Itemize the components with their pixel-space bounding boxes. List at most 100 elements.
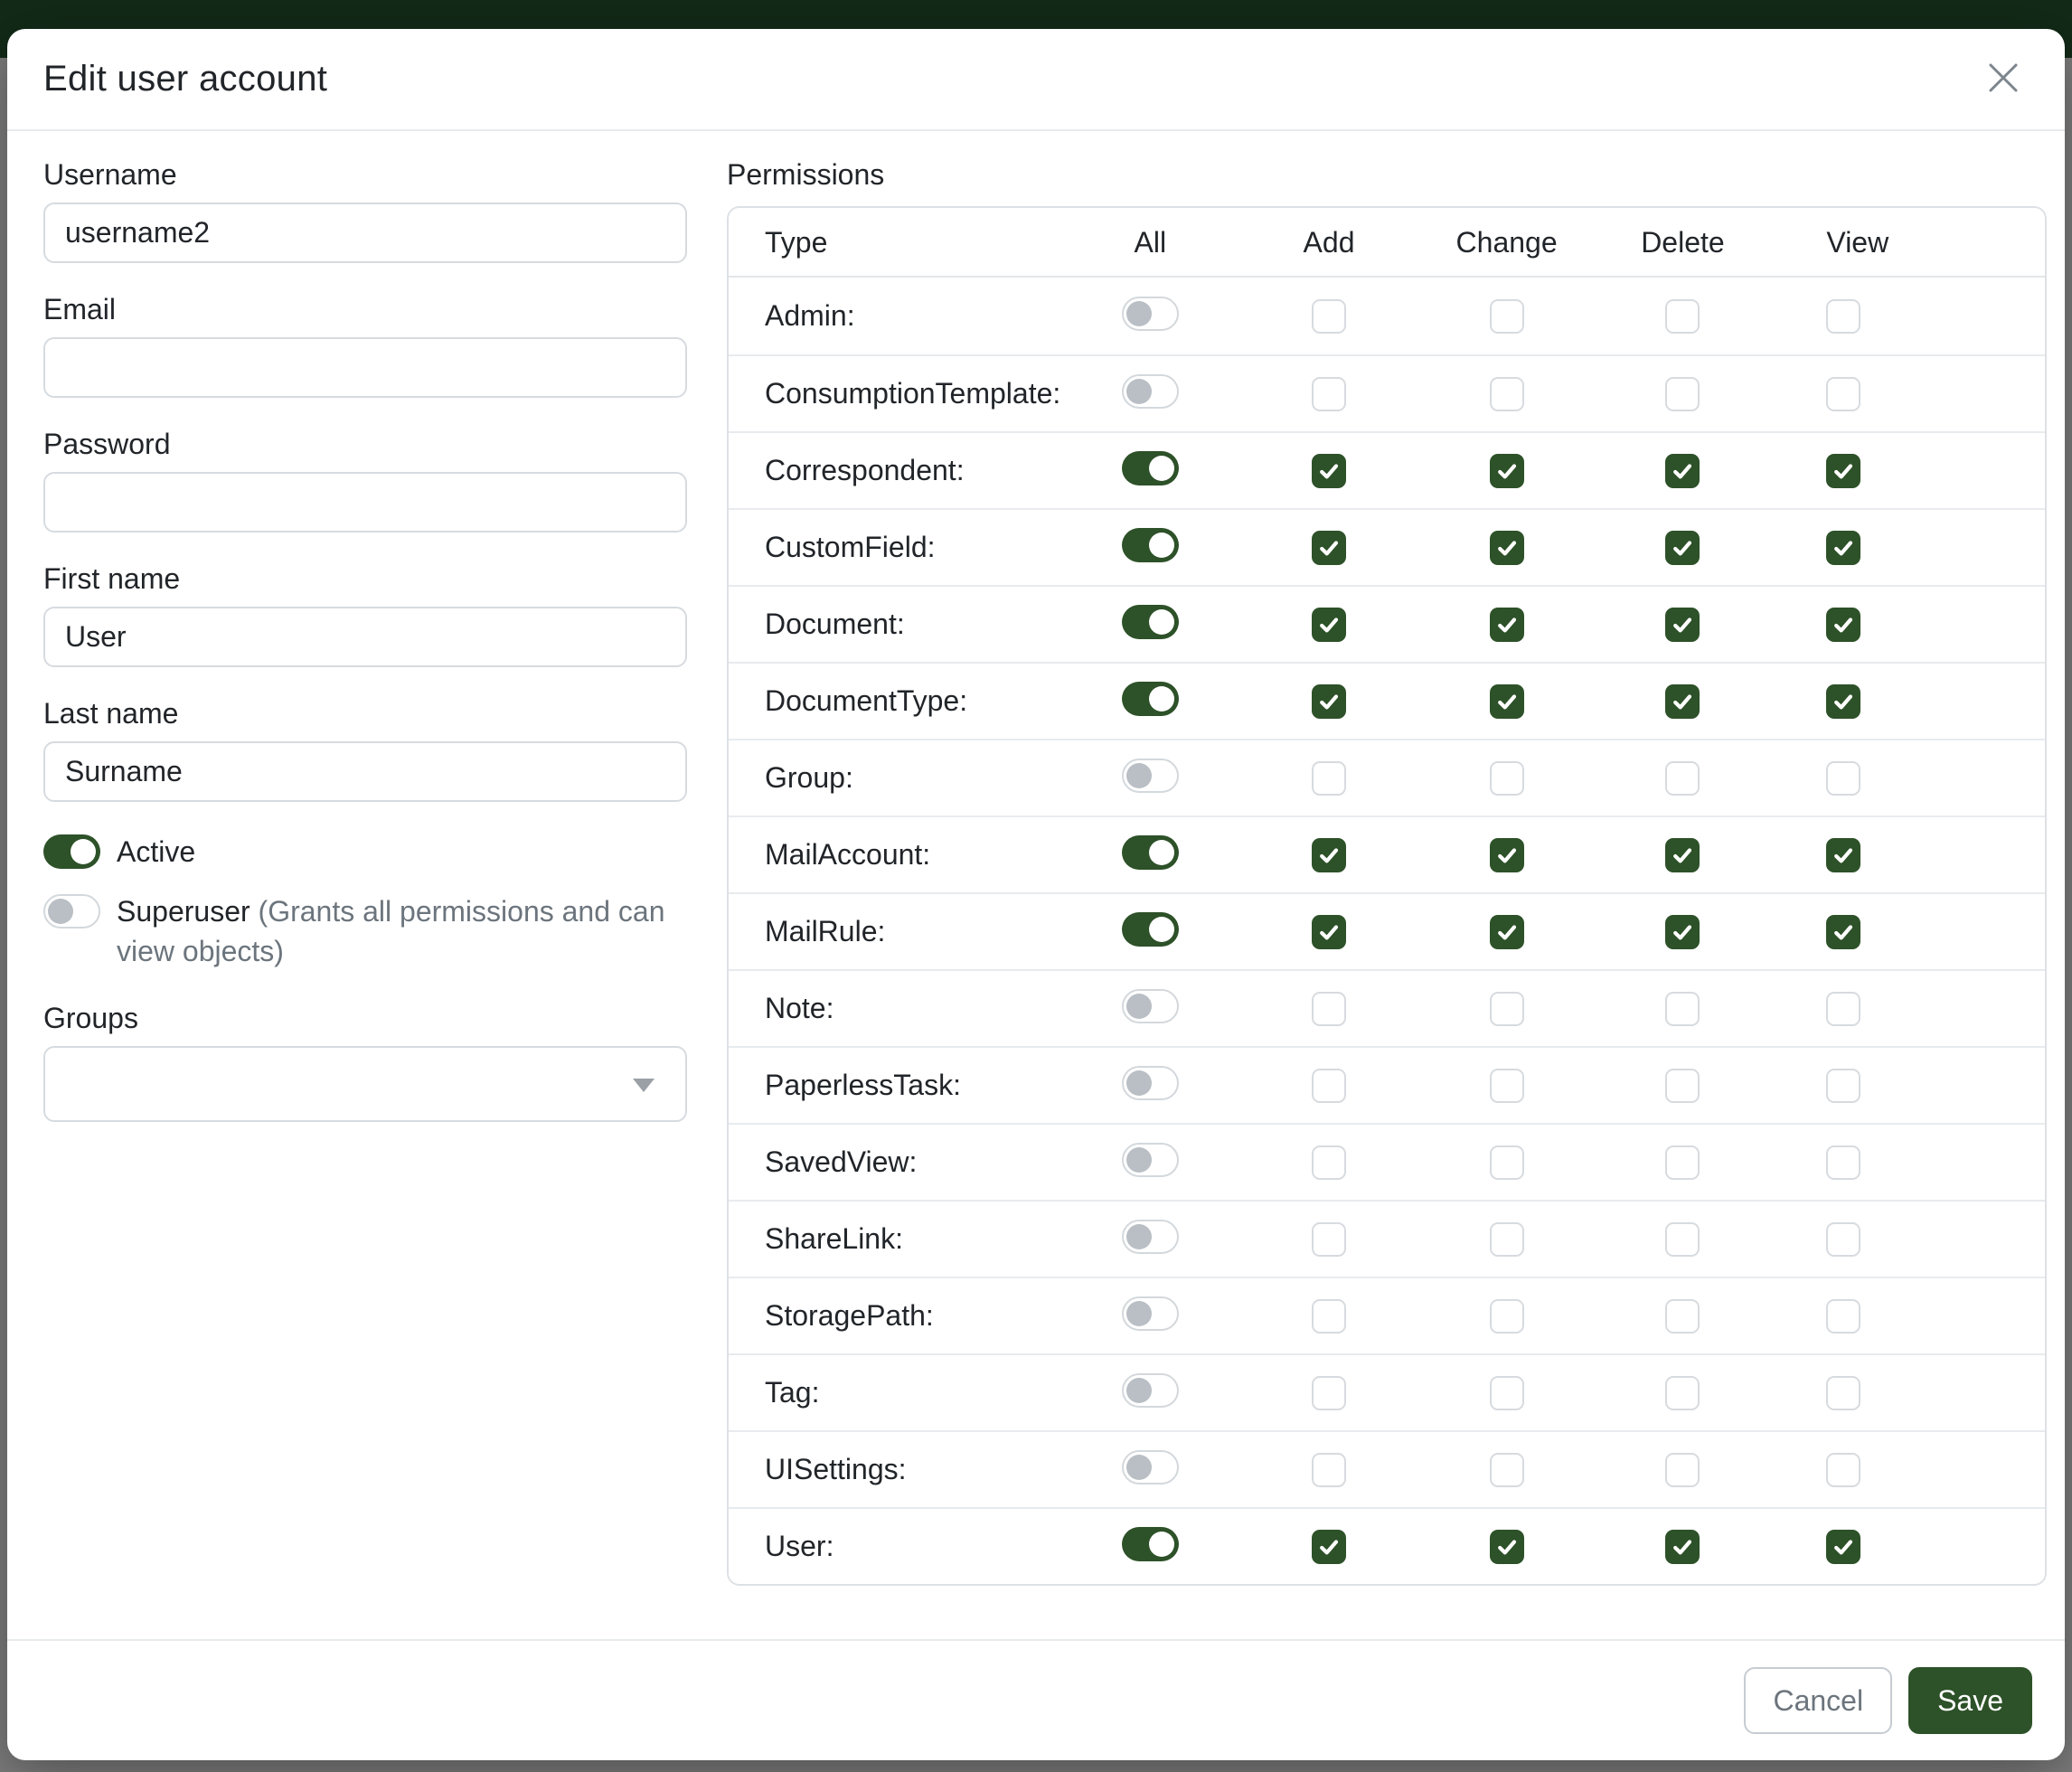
perm-change-checkbox[interactable] bbox=[1490, 684, 1524, 719]
perm-all-toggle[interactable] bbox=[1122, 297, 1179, 331]
perm-delete-checkbox[interactable] bbox=[1665, 1069, 1700, 1103]
perm-view-checkbox[interactable] bbox=[1826, 915, 1860, 949]
perm-all-toggle[interactable] bbox=[1122, 374, 1179, 409]
perm-all-toggle[interactable] bbox=[1122, 1450, 1179, 1485]
perm-view-checkbox[interactable] bbox=[1826, 992, 1860, 1026]
perm-change-checkbox[interactable] bbox=[1490, 377, 1524, 411]
perm-change-checkbox[interactable] bbox=[1490, 608, 1524, 642]
perm-all-toggle[interactable] bbox=[1122, 682, 1179, 716]
perm-add-checkbox[interactable] bbox=[1312, 1530, 1346, 1564]
perm-change-checkbox[interactable] bbox=[1490, 761, 1524, 796]
username-input[interactable] bbox=[43, 203, 687, 263]
perm-change-checkbox[interactable] bbox=[1490, 1376, 1524, 1410]
permission-row: DocumentType: bbox=[729, 662, 2045, 739]
perm-delete-checkbox[interactable] bbox=[1665, 761, 1700, 796]
perm-view-checkbox[interactable] bbox=[1826, 684, 1860, 719]
cancel-button[interactable]: Cancel bbox=[1744, 1667, 1892, 1734]
perm-add-checkbox[interactable] bbox=[1312, 838, 1346, 872]
perm-delete-checkbox[interactable] bbox=[1665, 299, 1700, 334]
perm-all-toggle[interactable] bbox=[1122, 1373, 1179, 1408]
perm-change-checkbox[interactable] bbox=[1490, 915, 1524, 949]
perm-view-checkbox[interactable] bbox=[1826, 608, 1860, 642]
perm-add-checkbox[interactable] bbox=[1312, 531, 1346, 565]
perm-view-checkbox[interactable] bbox=[1826, 1222, 1860, 1257]
perm-change-checkbox[interactable] bbox=[1490, 299, 1524, 334]
perm-delete-checkbox[interactable] bbox=[1665, 1530, 1700, 1564]
perm-view-checkbox[interactable] bbox=[1826, 531, 1860, 565]
perm-add-checkbox[interactable] bbox=[1312, 684, 1346, 719]
perm-add-checkbox[interactable] bbox=[1312, 761, 1346, 796]
perm-all-toggle[interactable] bbox=[1122, 835, 1179, 870]
perm-delete-checkbox[interactable] bbox=[1665, 915, 1700, 949]
perm-all-toggle[interactable] bbox=[1122, 912, 1179, 947]
perm-delete-checkbox[interactable] bbox=[1665, 1376, 1700, 1410]
perm-add-checkbox[interactable] bbox=[1312, 1299, 1346, 1334]
groups-select[interactable] bbox=[43, 1046, 687, 1122]
perm-change-checkbox[interactable] bbox=[1490, 1145, 1524, 1180]
active-label: Active bbox=[117, 832, 195, 872]
perm-view-checkbox[interactable] bbox=[1826, 299, 1860, 334]
perm-change-checkbox[interactable] bbox=[1490, 1299, 1524, 1334]
perm-view-checkbox[interactable] bbox=[1826, 454, 1860, 488]
perm-view-checkbox[interactable] bbox=[1826, 838, 1860, 872]
perm-all-toggle[interactable] bbox=[1122, 1143, 1179, 1177]
perm-change-checkbox[interactable] bbox=[1490, 992, 1524, 1026]
perm-change-checkbox[interactable] bbox=[1490, 1530, 1524, 1564]
perm-delete-checkbox[interactable] bbox=[1665, 1145, 1700, 1180]
perm-delete-checkbox[interactable] bbox=[1665, 454, 1700, 488]
perm-delete-checkbox[interactable] bbox=[1665, 838, 1700, 872]
perm-delete-checkbox[interactable] bbox=[1665, 377, 1700, 411]
perm-all-toggle[interactable] bbox=[1122, 759, 1179, 793]
email-input[interactable] bbox=[43, 337, 687, 398]
perm-change-checkbox[interactable] bbox=[1490, 1453, 1524, 1487]
close-button[interactable] bbox=[1978, 54, 2029, 105]
perm-delete-checkbox[interactable] bbox=[1665, 531, 1700, 565]
perm-all-toggle[interactable] bbox=[1122, 528, 1179, 562]
perm-add-checkbox[interactable] bbox=[1312, 1222, 1346, 1257]
perm-all-toggle[interactable] bbox=[1122, 1220, 1179, 1254]
last-name-input[interactable] bbox=[43, 741, 687, 802]
permission-delete-cell bbox=[1595, 1353, 1770, 1430]
perm-add-checkbox[interactable] bbox=[1312, 1145, 1346, 1180]
perm-all-toggle[interactable] bbox=[1122, 605, 1179, 639]
chevron-down-icon bbox=[633, 1079, 655, 1092]
perm-view-checkbox[interactable] bbox=[1826, 1453, 1860, 1487]
perm-delete-checkbox[interactable] bbox=[1665, 1453, 1700, 1487]
perm-view-checkbox[interactable] bbox=[1826, 377, 1860, 411]
perm-change-checkbox[interactable] bbox=[1490, 531, 1524, 565]
perm-all-toggle[interactable] bbox=[1122, 1066, 1179, 1100]
perm-add-checkbox[interactable] bbox=[1312, 608, 1346, 642]
perm-add-checkbox[interactable] bbox=[1312, 377, 1346, 411]
perm-all-toggle[interactable] bbox=[1122, 1296, 1179, 1331]
perm-delete-checkbox[interactable] bbox=[1665, 608, 1700, 642]
perm-add-checkbox[interactable] bbox=[1312, 915, 1346, 949]
perm-add-checkbox[interactable] bbox=[1312, 1376, 1346, 1410]
perm-change-checkbox[interactable] bbox=[1490, 838, 1524, 872]
perm-change-checkbox[interactable] bbox=[1490, 1069, 1524, 1103]
perm-delete-checkbox[interactable] bbox=[1665, 992, 1700, 1026]
perm-view-checkbox[interactable] bbox=[1826, 1299, 1860, 1334]
superuser-toggle[interactable] bbox=[43, 894, 100, 928]
perm-all-toggle[interactable] bbox=[1122, 1527, 1179, 1561]
save-button[interactable]: Save bbox=[1908, 1667, 2032, 1734]
perm-view-checkbox[interactable] bbox=[1826, 1530, 1860, 1564]
password-input[interactable] bbox=[43, 472, 687, 533]
perm-add-checkbox[interactable] bbox=[1312, 454, 1346, 488]
active-toggle[interactable] bbox=[43, 834, 100, 869]
perm-delete-checkbox[interactable] bbox=[1665, 1299, 1700, 1334]
perm-add-checkbox[interactable] bbox=[1312, 1453, 1346, 1487]
perm-all-toggle[interactable] bbox=[1122, 451, 1179, 485]
perm-add-checkbox[interactable] bbox=[1312, 299, 1346, 334]
perm-add-checkbox[interactable] bbox=[1312, 992, 1346, 1026]
perm-view-checkbox[interactable] bbox=[1826, 1069, 1860, 1103]
perm-change-checkbox[interactable] bbox=[1490, 454, 1524, 488]
perm-delete-checkbox[interactable] bbox=[1665, 1222, 1700, 1257]
perm-add-checkbox[interactable] bbox=[1312, 1069, 1346, 1103]
first-name-input[interactable] bbox=[43, 607, 687, 667]
perm-change-checkbox[interactable] bbox=[1490, 1222, 1524, 1257]
perm-view-checkbox[interactable] bbox=[1826, 1145, 1860, 1180]
perm-view-checkbox[interactable] bbox=[1826, 1376, 1860, 1410]
perm-view-checkbox[interactable] bbox=[1826, 761, 1860, 796]
perm-all-toggle[interactable] bbox=[1122, 989, 1179, 1023]
perm-delete-checkbox[interactable] bbox=[1665, 684, 1700, 719]
